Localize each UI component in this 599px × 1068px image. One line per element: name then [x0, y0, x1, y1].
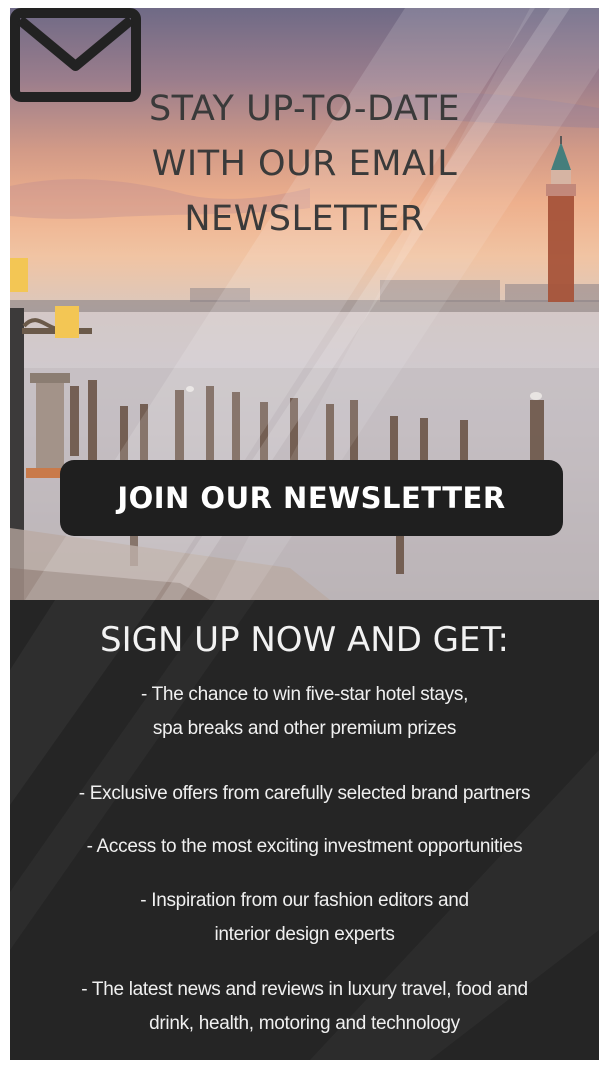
envelope-icon: [10, 8, 141, 102]
benefit-line: - The chance to win five-star hotel stay…: [140, 684, 469, 705]
benefit-line: interior design experts: [214, 924, 395, 945]
benefit-item: - Inspiration from our fashion editors a…: [10, 884, 599, 952]
newsletter-banner: STAY UP-TO-DATE WITH OUR EMAIL NEWSLETTE…: [10, 8, 599, 1060]
benefit-line: spa breaks and other premium prizes: [152, 718, 457, 739]
benefit-line: - Access to the most exciting investment…: [86, 836, 523, 857]
benefit-item: - Exclusive offers from carefully select…: [10, 777, 599, 811]
benefit-item: - Access to the most exciting investment…: [10, 830, 599, 864]
hero-section: STAY UP-TO-DATE WITH OUR EMAIL NEWSLETTE…: [10, 8, 599, 600]
benefits-section: SIGN UP NOW AND GET: - The chance to win…: [10, 600, 599, 1060]
benefit-line: drink, health, motoring and technology: [149, 1013, 460, 1034]
join-newsletter-button[interactable]: JOIN OUR NEWSLETTER: [60, 460, 563, 536]
headline-line: NEWSLETTER: [184, 199, 425, 239]
benefit-line: - Exclusive offers from carefully select…: [78, 783, 531, 804]
benefit-item: - The latest news and reviews in luxury …: [10, 973, 599, 1041]
benefit-line: - The latest news and reviews in luxury …: [81, 979, 528, 1000]
benefit-item: - The chance to win five-star hotel stay…: [10, 678, 599, 746]
headline-line: WITH OUR EMAIL: [151, 144, 458, 184]
headline: STAY UP-TO-DATE WITH OUR EMAIL NEWSLETTE…: [10, 82, 599, 247]
benefit-line: - Inspiration from our fashion editors a…: [140, 890, 469, 911]
benefits-title: SIGN UP NOW AND GET:: [99, 620, 509, 660]
